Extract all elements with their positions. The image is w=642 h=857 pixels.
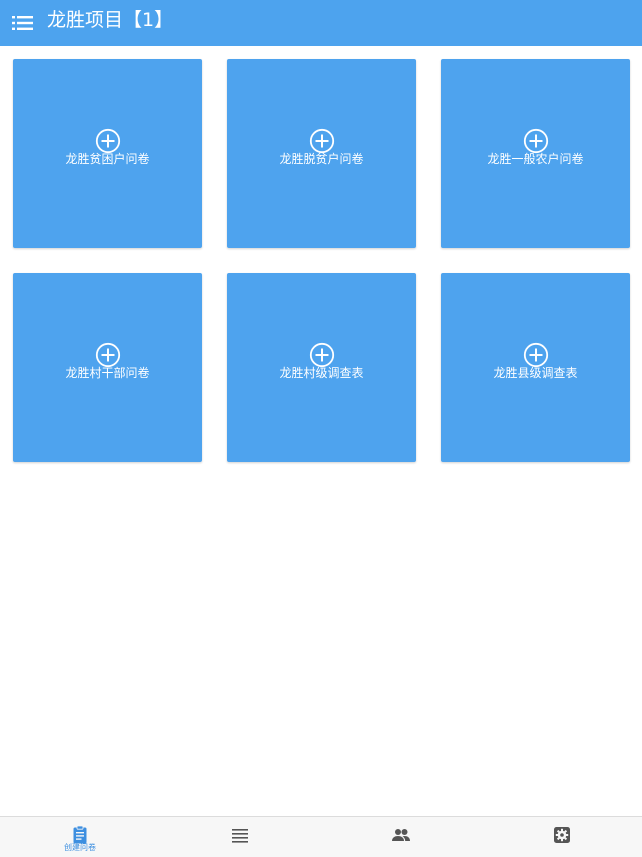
tab-create-questionnaire[interactable]: 创建问卷 (0, 817, 160, 857)
card-label: 龙胜村级调查表 (279, 366, 364, 380)
tab-people[interactable] (321, 817, 481, 857)
app-root: 龙胜项目【1】 龙胜贫困户问卷 龙胜脱贫户问卷 龙胜一般农户问卷 龙胜村干部问卷… (0, 0, 642, 857)
card-label: 龙胜县级调查表 (493, 366, 578, 380)
tab-label: 创建问卷 (64, 843, 96, 852)
bottom-tab-bar: 创建问卷 (0, 816, 642, 857)
card-label: 龙胜贫困户问卷 (65, 152, 150, 166)
create-questionnaire-card[interactable]: 龙胜一般农户问卷 (441, 59, 630, 248)
create-questionnaire-card[interactable]: 龙胜村级调查表 (227, 273, 416, 462)
create-questionnaire-card[interactable]: 龙胜县级调查表 (441, 273, 630, 462)
settings-gear-icon (552, 825, 572, 845)
create-questionnaire-card[interactable]: 龙胜贫困户问卷 (13, 59, 202, 248)
tab-list[interactable] (160, 817, 320, 857)
card-label: 龙胜村干部问卷 (65, 366, 150, 380)
create-questionnaire-card[interactable]: 龙胜村干部问卷 (13, 273, 202, 462)
card-label: 龙胜一般农户问卷 (487, 152, 584, 166)
questionnaire-grid: 龙胜贫困户问卷 龙胜脱贫户问卷 龙胜一般农户问卷 龙胜村干部问卷 龙胜村级调查表 (0, 0, 642, 816)
create-questionnaire-card[interactable]: 龙胜脱贫户问卷 (227, 59, 416, 248)
list-icon (230, 825, 250, 845)
tab-settings[interactable] (482, 817, 642, 857)
clipboard-icon (70, 825, 90, 845)
card-label: 龙胜脱贫户问卷 (279, 152, 364, 166)
people-icon (391, 825, 411, 845)
